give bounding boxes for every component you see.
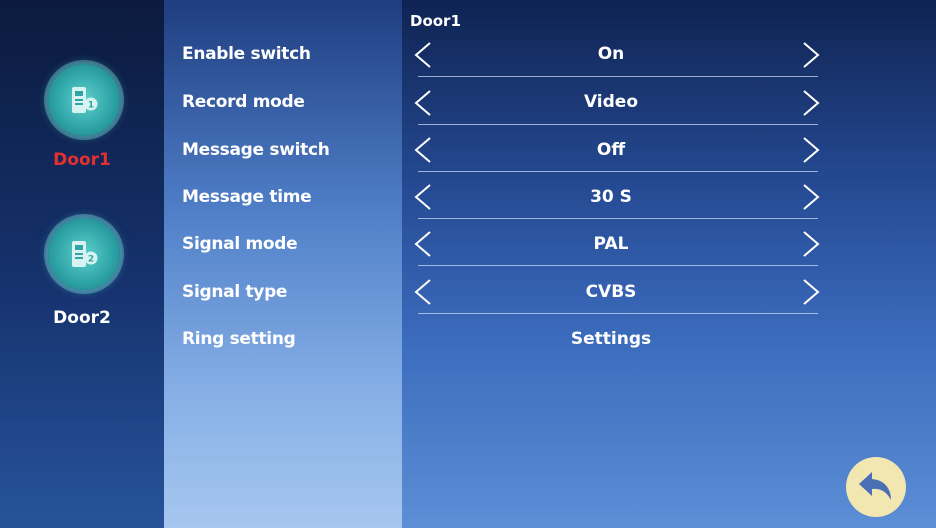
row-divider — [418, 124, 818, 125]
setting-label-ring-setting: Ring setting — [182, 329, 296, 349]
chevron-right-icon[interactable] — [800, 40, 822, 70]
setting-label-message-switch: Message switch — [182, 140, 330, 160]
setting-label-signal-mode: Signal mode — [182, 234, 298, 254]
row-divider — [418, 313, 818, 314]
door-phone-2-icon: 2 — [48, 218, 120, 290]
back-button[interactable] — [846, 457, 906, 517]
setting-value-enable-switch: On — [597, 44, 625, 64]
svg-text:2: 2 — [88, 255, 94, 265]
row-divider — [418, 265, 818, 266]
setting-value-message-switch: Off — [596, 140, 626, 160]
ring-settings-button[interactable]: Settings — [430, 329, 792, 349]
row-divider — [418, 171, 818, 172]
door2-tab[interactable]: 2 Door2 — [0, 206, 164, 336]
setting-label-record-mode: Record mode — [182, 92, 305, 112]
chevron-right-icon[interactable] — [800, 229, 822, 259]
settings-label-panel — [164, 0, 402, 528]
door1-tab[interactable]: 1 Door1 — [0, 56, 164, 176]
chevron-right-icon[interactable] — [800, 135, 822, 165]
door2-label: Door2 — [53, 308, 111, 328]
row-divider — [418, 76, 818, 77]
setting-label-signal-type: Signal type — [182, 282, 288, 302]
door-settings-screen: 1 Door1 2 Door2 Door1 Enable switch On R… — [0, 0, 936, 528]
return-arrow-icon — [859, 472, 891, 500]
setting-value-message-time: 30 S — [590, 187, 632, 207]
setting-value-record-mode: Video — [583, 92, 639, 112]
door1-label: Door1 — [53, 150, 111, 170]
door-phone-1-icon: 1 — [48, 64, 120, 136]
chevron-right-icon[interactable] — [800, 182, 822, 212]
settings-value-panel — [402, 0, 936, 528]
setting-value-signal-mode: PAL — [593, 234, 629, 254]
row-divider — [418, 218, 818, 219]
setting-label-message-time: Message time — [182, 187, 312, 207]
page-title: Door1 — [410, 12, 461, 30]
setting-label-enable-switch: Enable switch — [182, 44, 311, 64]
chevron-right-icon[interactable] — [800, 88, 822, 118]
setting-value-signal-type: CVBS — [585, 282, 637, 302]
svg-text:1: 1 — [88, 101, 94, 111]
chevron-right-icon[interactable] — [800, 277, 822, 307]
